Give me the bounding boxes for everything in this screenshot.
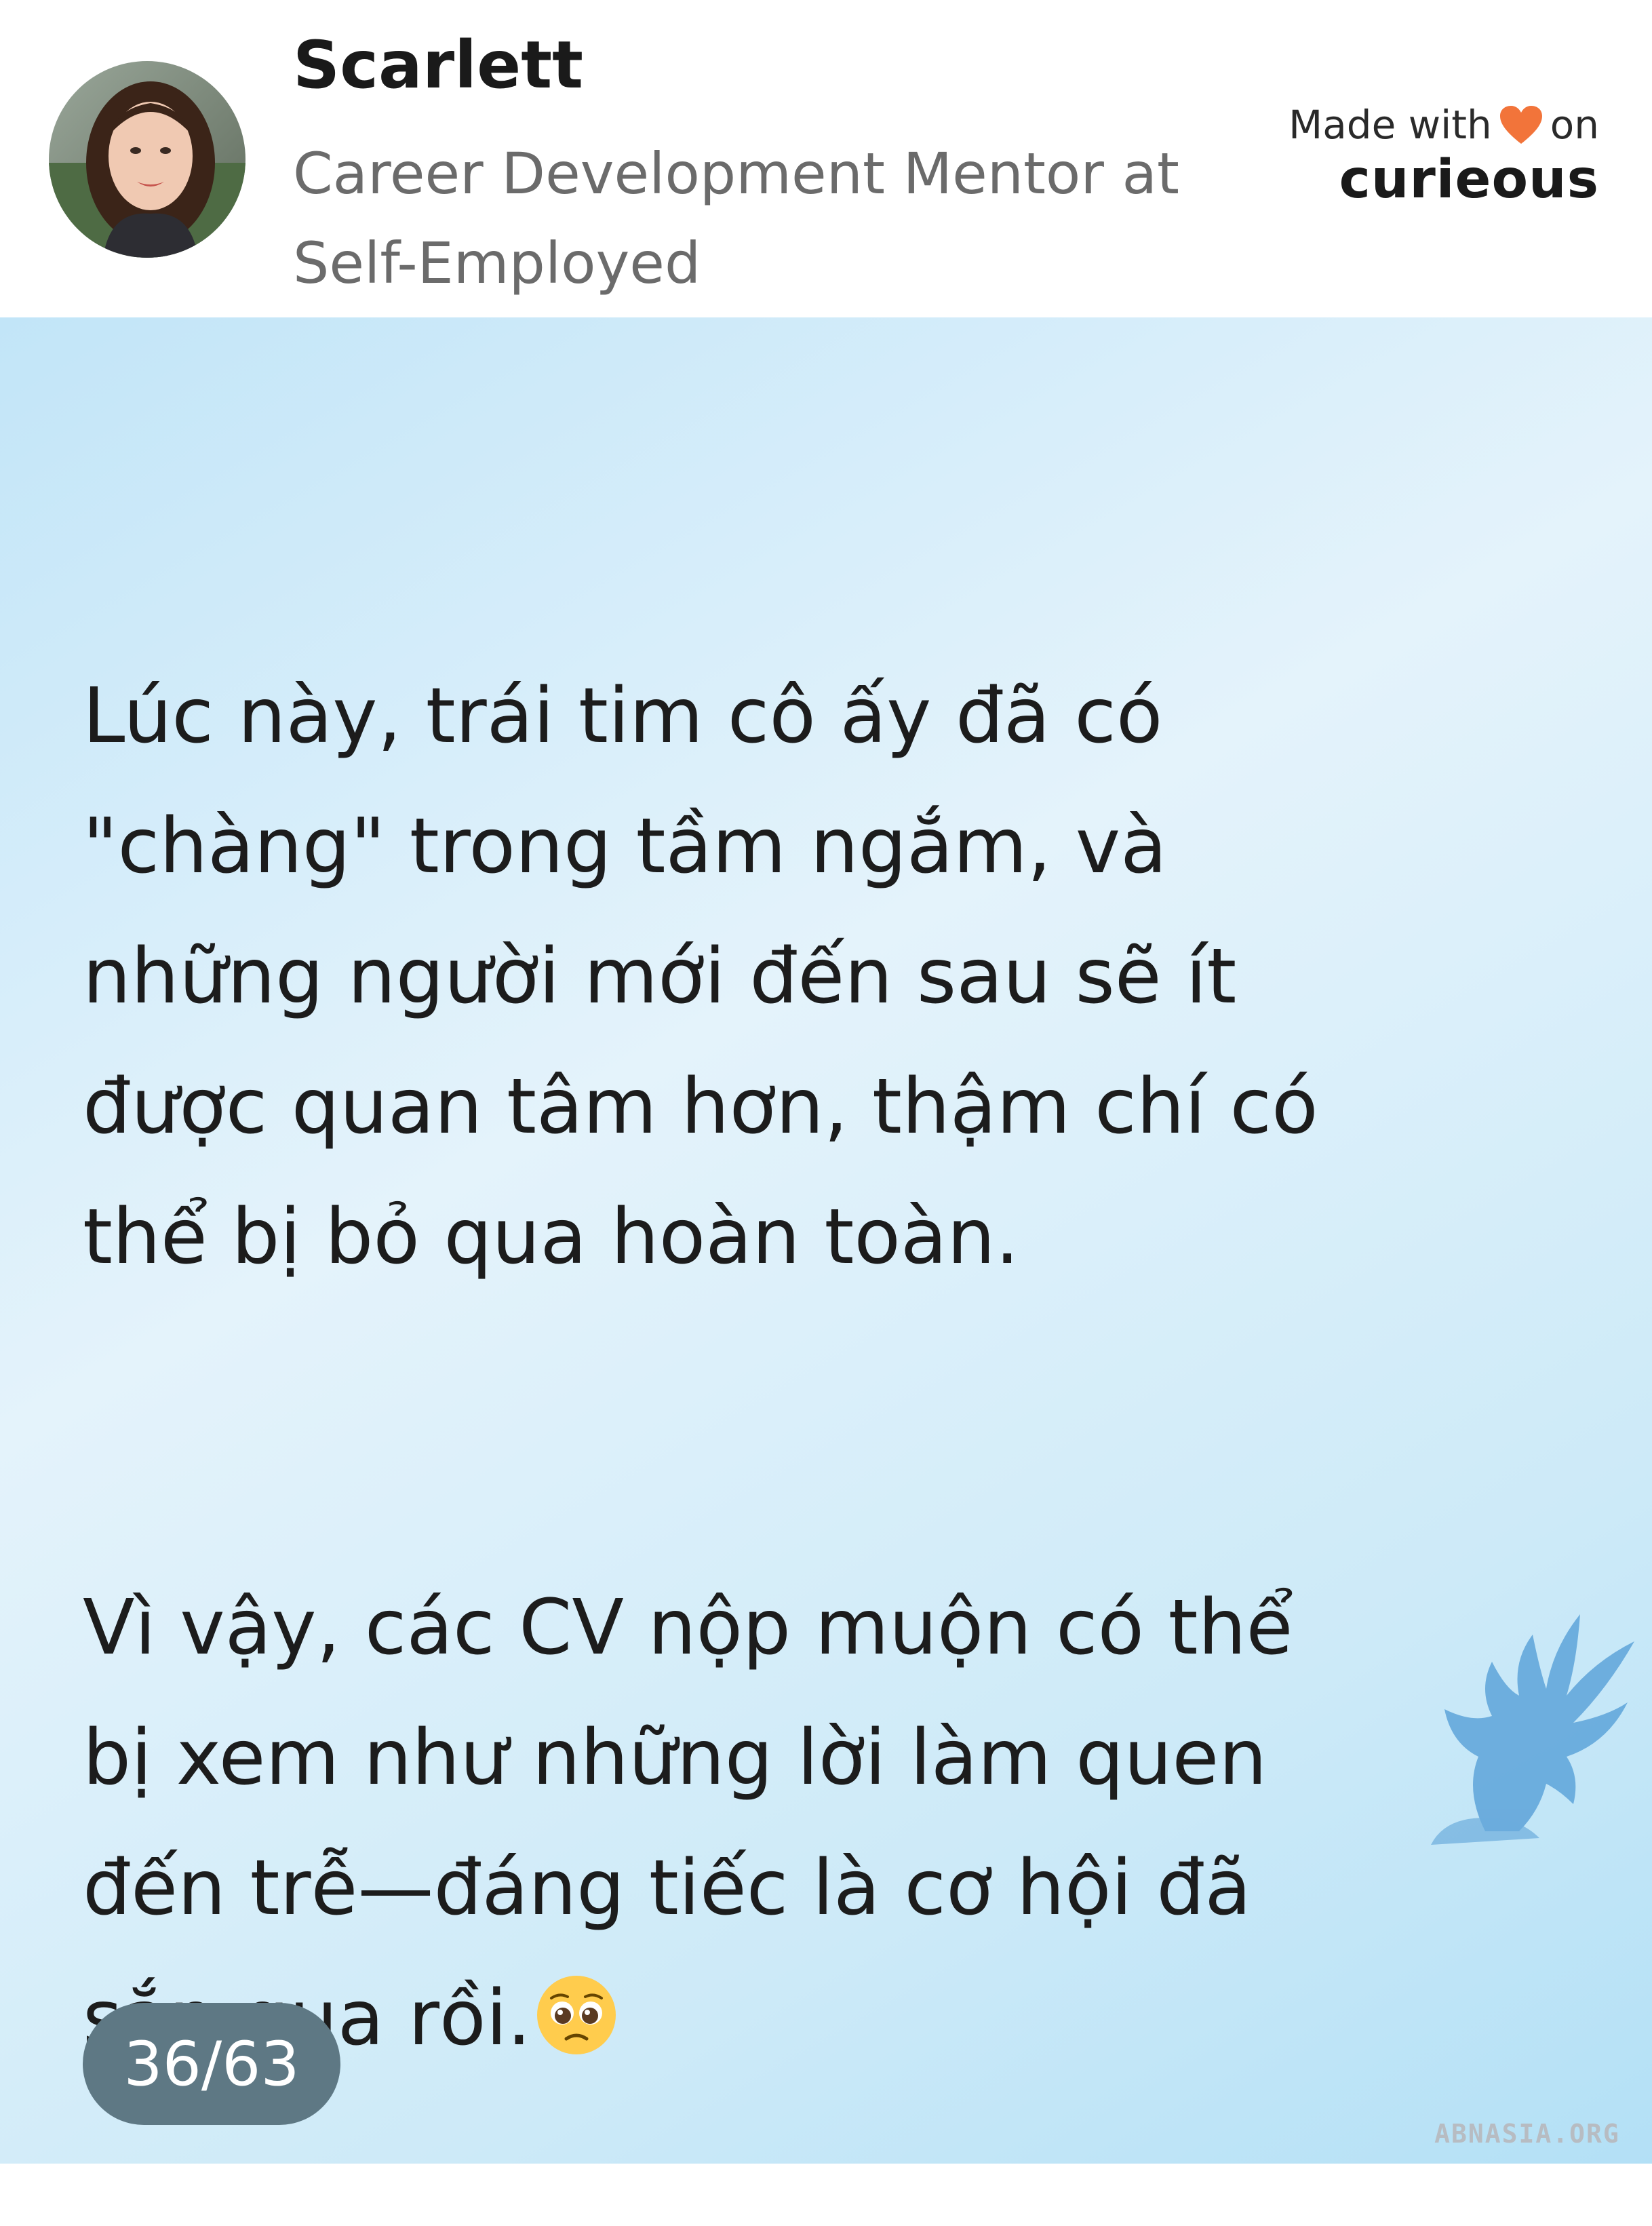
post-paragraph-2: Vì vậy, các CV nộp muộn có thể bị xem nh… xyxy=(83,1584,1293,2063)
author-name[interactable]: Scarlett xyxy=(293,27,583,103)
pleading-face-icon xyxy=(535,1966,618,2096)
griffin-logo-icon xyxy=(1431,1614,1634,1845)
watermark-text: ABNASIA.ORG xyxy=(1434,2119,1620,2149)
avatar[interactable] xyxy=(49,61,245,258)
brand-badge[interactable]: Made with on curieous xyxy=(1246,102,1599,210)
author-title: Career Development Mentor at Self-Employ… xyxy=(293,140,1179,296)
brand-name: curieous xyxy=(1339,149,1599,210)
heart-icon xyxy=(1499,106,1542,144)
post-card: Lúc này, trái tim cô ấy đã có "chàng" tr… xyxy=(0,317,1652,2164)
avatar-photo xyxy=(49,61,245,258)
made-with-text: Made with xyxy=(1289,102,1492,148)
page-counter: 36/63 xyxy=(83,2003,340,2125)
post-header: Scarlett Career Development Mentor at Se… xyxy=(0,0,1652,317)
post-paragraph-1: Lúc này, trái tim cô ấy đã có "chàng" tr… xyxy=(83,672,1318,1281)
made-with-line: Made with on xyxy=(1246,102,1599,148)
on-text: on xyxy=(1550,102,1599,148)
post-body: Lúc này, trái tim cô ấy đã có "chàng" tr… xyxy=(83,521,1575,2226)
